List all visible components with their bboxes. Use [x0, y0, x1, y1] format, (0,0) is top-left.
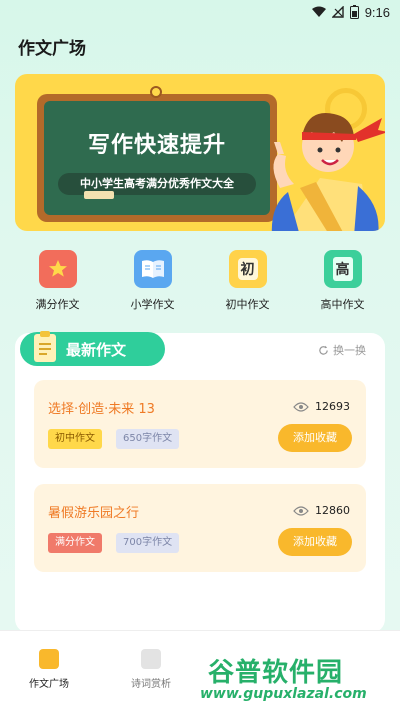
banner-title: 写作快速提升 — [87, 133, 226, 158]
category-label: 高中作文 — [320, 298, 365, 311]
length-tag: 700字作文 — [116, 533, 180, 553]
nav-label: 诗词赏析 — [131, 679, 171, 690]
watermark-title: 谷普软件园 — [208, 658, 344, 688]
length-tag: 650字作文 — [116, 429, 180, 449]
book-decoration-icon — [84, 191, 114, 199]
junior-book-icon: 初 — [228, 250, 267, 288]
add-favorite-button[interactable]: 添加收藏 — [278, 424, 352, 452]
eye-icon — [293, 401, 309, 412]
eye-icon — [293, 505, 309, 516]
star-book-icon — [38, 250, 77, 288]
book-icon — [141, 649, 161, 669]
refresh-button[interactable]: 换一换 — [318, 342, 366, 358]
category-label: 初中作文 — [225, 298, 270, 311]
latest-essays-panel — [15, 333, 385, 633]
latest-essays-heading: 最新作文 — [20, 331, 165, 366]
category-label: 小学作文 — [130, 298, 175, 311]
chalkboard: 写作快速提升 中小学生高考满分优秀作文大全 — [37, 86, 277, 222]
battery-icon — [349, 5, 359, 19]
promo-banner[interactable]: 写作快速提升 中小学生高考满分优秀作文大全 — [15, 74, 385, 231]
home-icon — [39, 649, 59, 669]
clock-time: 9:16 — [364, 4, 390, 20]
wifi-icon — [311, 6, 326, 17]
open-book-icon — [133, 250, 172, 288]
nav-tab-essay-square[interactable]: 作文广场 — [14, 649, 84, 690]
essay-card[interactable]: 选择·创造·未来 13 12693 初中作文 650字作文 添加收藏 — [34, 380, 366, 468]
signal-off-icon — [331, 6, 344, 18]
view-count-value: 12860 — [315, 504, 350, 517]
bottom-navigation: 作文广场 诗词赏析 谷普软件园 www.gupuxlazal.com — [0, 630, 400, 712]
add-favorite-button[interactable]: 添加收藏 — [278, 528, 352, 556]
scroll-icon: 高 — [323, 250, 362, 288]
student-illustration-icon — [271, 112, 385, 231]
category-row: 满分作文 小学作文 初 初中作文 高 高中作文 — [0, 250, 400, 320]
view-count: 12860 — [293, 504, 350, 517]
page-title: 作文广场 — [18, 39, 86, 59]
category-junior[interactable]: 初 初中作文 — [208, 250, 288, 320]
category-full-score[interactable]: 满分作文 — [18, 250, 98, 320]
category-label: 满分作文 — [35, 298, 80, 311]
status-bar: 9:16 — [0, 0, 400, 24]
refresh-label: 换一换 — [333, 344, 366, 357]
essay-card[interactable]: 暑假游乐园之行 12860 满分作文 700字作文 添加收藏 — [34, 484, 366, 572]
category-primary[interactable]: 小学作文 — [113, 250, 193, 320]
board-hanger-icon — [150, 86, 162, 98]
grade-tag: 初中作文 — [48, 429, 102, 449]
view-count-value: 12693 — [315, 400, 350, 413]
watermark-url: www.gupuxlazal.com — [200, 686, 367, 702]
nav-tab-poetry[interactable]: 诗词赏析 — [116, 649, 186, 690]
essay-title[interactable]: 暑假游乐园之行 — [48, 502, 139, 521]
grade-tag: 满分作文 — [48, 533, 102, 553]
view-count: 12693 — [293, 400, 350, 413]
nav-label: 作文广场 — [29, 679, 69, 690]
notepad-icon — [34, 331, 56, 362]
site-watermark: 谷普软件园 www.gupuxlazal.com — [194, 652, 394, 708]
refresh-icon — [319, 345, 328, 355]
category-senior[interactable]: 高 高中作文 — [303, 250, 383, 320]
essay-title[interactable]: 选择·创造·未来 13 — [48, 398, 155, 417]
